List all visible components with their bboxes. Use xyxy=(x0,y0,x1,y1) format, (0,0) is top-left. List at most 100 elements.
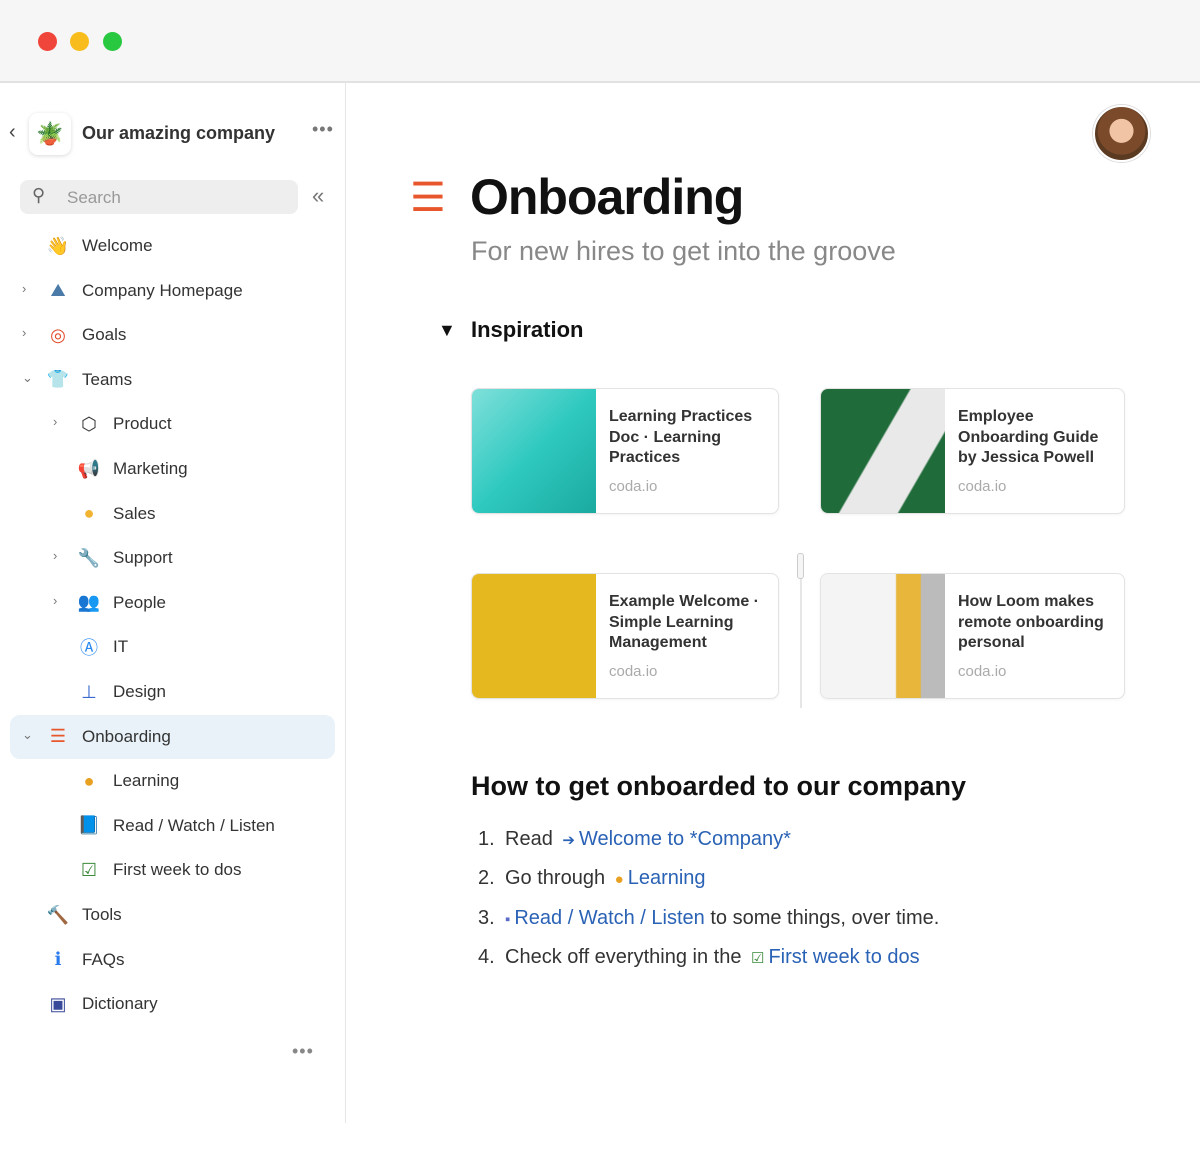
sidebar-item-read-watch-listen[interactable]: 📘 Read / Watch / Listen xyxy=(10,804,335,848)
sidebar-item-sales[interactable]: ● Sales xyxy=(10,492,335,536)
sidebar-item-company-homepage[interactable]: › ⛰ Company Homepage xyxy=(10,269,335,313)
card-thumbnail xyxy=(821,389,945,513)
list-text: Go through xyxy=(505,867,606,889)
card-thumbnail xyxy=(472,574,596,698)
search-placeholder: Search xyxy=(67,188,121,207)
sidebar-item-label: Read / Watch / Listen xyxy=(113,815,275,835)
sidebar-item-label: Goals xyxy=(82,325,127,345)
back-chevron-icon[interactable]: ‹ xyxy=(9,121,16,144)
avatar[interactable] xyxy=(1093,105,1150,162)
minimize-window-button[interactable] xyxy=(70,32,89,51)
link-card[interactable]: Learning Practices Doc · Learning Practi… xyxy=(471,388,779,514)
chevron-right-icon[interactable]: › xyxy=(53,593,57,608)
chevron-down-icon[interactable]: ⌄ xyxy=(22,727,33,743)
list-number: 1. xyxy=(478,828,495,850)
card-title: Learning Practices Doc · Learning Practi… xyxy=(609,408,753,466)
brain-icon: ● xyxy=(83,770,95,791)
sidebar-item-label: Support xyxy=(113,548,173,568)
sidebar-item-label: Onboarding xyxy=(82,726,171,746)
workspace-header: ‹ 🪴 Our amazing company ••• xyxy=(0,111,346,159)
sidebar-item-goals[interactable]: › ◎ Goals xyxy=(10,313,335,357)
column-resize-handle[interactable] xyxy=(797,553,804,579)
sidebar-item-learning[interactable]: ● Learning xyxy=(10,759,335,803)
sidebar-item-first-week-to-dos[interactable]: ☑ First week to dos xyxy=(10,848,335,892)
list-item: 3. ▪ Read / Watch / Listen to some things,… xyxy=(478,907,939,930)
sidebar-item-onboarding[interactable]: ⌄ ☰ Onboarding xyxy=(10,714,335,759)
page-link[interactable]: Welcome to *Company* xyxy=(579,828,791,850)
list-text: Read xyxy=(505,828,553,850)
wrench-icon: 🔧 xyxy=(77,547,101,568)
sidebar-item-label: First week to dos xyxy=(113,860,242,880)
people-icon: 👥 xyxy=(77,592,101,613)
chevron-right-icon[interactable]: › xyxy=(53,414,57,429)
page-link[interactable]: First week to dos xyxy=(768,946,919,968)
sidebar-item-marketing[interactable]: 📢 Marketing xyxy=(10,447,335,491)
sidebar-item-tools[interactable]: 🔨 Tools xyxy=(10,893,335,937)
app-store-icon: Ⓐ xyxy=(80,638,98,659)
page-title: Onboarding xyxy=(470,169,744,225)
chevron-right-icon[interactable]: › xyxy=(53,548,57,563)
info-icon: ℹ xyxy=(54,949,62,970)
sidebar-item-people[interactable]: › 👥 People xyxy=(10,581,335,625)
page-link[interactable]: Read / Watch / Listen xyxy=(514,907,704,929)
sidebar-item-welcome[interactable]: 👋 Welcome xyxy=(10,224,335,268)
collapse-sidebar-icon[interactable]: « xyxy=(312,183,324,209)
sidebar-item-support[interactable]: › 🔧 Support xyxy=(10,536,335,580)
plant-logo-icon: 🪴 xyxy=(29,113,71,155)
shirt-icon: 👕 xyxy=(46,369,70,390)
page-link[interactable]: Learning xyxy=(628,867,706,889)
more-options-icon[interactable]: ••• xyxy=(312,119,334,140)
card-source: coda.io xyxy=(609,663,658,680)
card-source: coda.io xyxy=(958,478,1007,495)
sidebar: ‹ 🪴 Our amazing company ••• ⚲ Search « 👋… xyxy=(0,83,346,1123)
sidebar-item-label: Company Homepage xyxy=(82,280,243,300)
card-title: How Loom makes remote onboarding persona… xyxy=(958,593,1104,651)
link-card[interactable]: Example Welcome · Simple Learning Manage… xyxy=(471,573,779,699)
target-icon: ◎ xyxy=(50,324,66,345)
waving-hand-icon: 👋 xyxy=(46,235,70,256)
card-title: Example Welcome · Simple Learning Manage… xyxy=(609,593,759,651)
sidebar-more-icon[interactable]: ••• xyxy=(292,1041,314,1062)
list-item: 1. Read ➔ Welcome to *Company* xyxy=(478,828,791,851)
link-card[interactable]: Employee Onboarding Guide by Jessica Pow… xyxy=(820,388,1125,514)
list-number: 3. xyxy=(478,907,495,929)
maximize-window-button[interactable] xyxy=(103,32,122,51)
coin-icon: ● xyxy=(83,503,95,524)
sidebar-item-label: FAQs xyxy=(82,949,125,969)
ladder-icon: ☰ xyxy=(49,726,67,747)
sidebar-item-teams[interactable]: ⌄ 👕 Teams xyxy=(10,358,335,402)
sidebar-item-label: Dictionary xyxy=(82,994,158,1014)
sidebar-item-label: Learning xyxy=(113,771,180,791)
collapse-triangle-icon[interactable]: ▼ xyxy=(438,320,456,341)
chevron-right-icon[interactable]: › xyxy=(22,281,26,296)
dictionary-icon: ▣ xyxy=(49,993,67,1014)
section-heading: How to get onboarded to our company xyxy=(471,771,966,801)
sidebar-item-dictionary[interactable]: ▣ Dictionary xyxy=(10,982,335,1026)
sidebar-item-it[interactable]: Ⓐ IT xyxy=(10,625,335,669)
card-source: coda.io xyxy=(958,663,1007,680)
link-card[interactable]: How Loom makes remote onboarding persona… xyxy=(820,573,1125,699)
search-input[interactable]: ⚲ Search xyxy=(20,180,298,214)
list-text: Check off everything in the xyxy=(505,946,742,968)
card-source: coda.io xyxy=(609,478,658,495)
cube-icon: ⬡ xyxy=(81,413,97,434)
sidebar-item-label: Welcome xyxy=(82,236,153,255)
list-text: to some things, over time. xyxy=(710,907,940,929)
sidebar-item-product[interactable]: › ⬡ Product xyxy=(10,402,335,446)
mountain-flag-icon: ⛰ xyxy=(50,280,66,301)
ladder-icon: ☰ xyxy=(410,176,446,220)
brain-icon: ● xyxy=(614,871,624,888)
sidebar-item-faqs[interactable]: ℹ FAQs xyxy=(10,938,335,982)
sidebar-item-label: Sales xyxy=(113,503,156,523)
close-window-button[interactable] xyxy=(38,32,57,51)
card-title: Employee Onboarding Guide by Jessica Pow… xyxy=(958,408,1099,466)
hammer-icon: 🔨 xyxy=(46,904,70,925)
clipboard-check-icon: ☑ xyxy=(751,950,765,967)
workspace-name[interactable]: Our amazing company xyxy=(82,123,275,144)
reading-icon: 📘 xyxy=(77,815,101,836)
sidebar-item-design[interactable]: ⊥ Design xyxy=(10,670,335,714)
megaphone-icon: 📢 xyxy=(77,458,101,479)
chevron-right-icon[interactable]: › xyxy=(22,325,26,340)
chevron-down-icon[interactable]: ⌄ xyxy=(22,370,33,386)
search-icon: ⚲ xyxy=(32,185,46,205)
